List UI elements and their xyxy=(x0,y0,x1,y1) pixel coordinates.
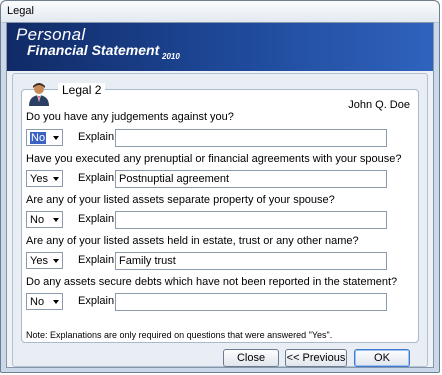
banner-year: 2010 xyxy=(162,52,180,61)
client-name: John Q. Doe xyxy=(348,99,410,111)
chevron-down-icon xyxy=(53,300,59,304)
question-3-explain-field[interactable] xyxy=(115,211,387,229)
window-title: Legal xyxy=(7,5,34,17)
question-1-answer-select[interactable]: No xyxy=(26,129,63,146)
question-2-text: Have you executed any prenuptial or fina… xyxy=(26,153,402,165)
legal-window: Legal Personal Financial Statement 2010 … xyxy=(0,0,440,373)
window-client-area: Personal Financial Statement 2010 Legal … xyxy=(6,22,434,368)
question-4-answer-value: Yes xyxy=(30,255,48,267)
chevron-down-icon xyxy=(53,259,59,263)
question-2-answer-value: Yes xyxy=(30,173,48,185)
question-5-explain-field[interactable] xyxy=(115,293,387,311)
question-4-explain-field[interactable]: Family trust xyxy=(115,252,387,270)
content-panel: Legal 2 John Q. Doe Do you have any judg… xyxy=(12,73,428,367)
chevron-down-icon xyxy=(53,218,59,222)
explanation-note: Note: Explanations are only required on … xyxy=(26,330,333,340)
person-icon xyxy=(29,83,49,106)
question-5-answer-select[interactable]: No xyxy=(26,293,63,310)
question-4-explain-label: Explain: xyxy=(78,254,118,266)
banner-line-2: Financial Statement xyxy=(27,42,160,58)
ok-button[interactable]: OK xyxy=(354,349,410,367)
title-bar[interactable]: Legal xyxy=(1,1,439,23)
previous-button[interactable]: << Previous xyxy=(285,349,347,367)
question-3-answer-value: No xyxy=(30,214,45,226)
question-3-text: Are any of your listed assets separate p… xyxy=(26,194,335,206)
question-5-text: Do any assets secure debts which have no… xyxy=(26,276,398,288)
close-button[interactable]: Close xyxy=(223,349,279,367)
header-banner: Personal Financial Statement 2010 xyxy=(7,23,433,71)
question-4-text: Are any of your listed assets held in es… xyxy=(26,235,359,247)
question-1-explain-label: Explain: xyxy=(78,131,118,143)
chevron-down-icon xyxy=(53,136,59,140)
section-title: Legal 2 xyxy=(58,83,106,97)
question-2-explain-label: Explain: xyxy=(78,172,118,184)
legal-2-group: Legal 2 John Q. Doe Do you have any judg… xyxy=(21,83,419,343)
question-3-answer-select[interactable]: No xyxy=(26,211,63,228)
question-1-explain-field[interactable] xyxy=(115,129,387,147)
question-4-answer-select[interactable]: Yes xyxy=(26,252,63,269)
question-2-explain-field[interactable]: Postnuptial agreement xyxy=(115,170,387,188)
question-1-answer-value: No xyxy=(30,132,47,144)
question-5-answer-value: No xyxy=(30,296,45,308)
chevron-down-icon xyxy=(53,177,59,181)
question-3-explain-label: Explain: xyxy=(78,213,118,225)
question-1-text: Do you have any judgements against you? xyxy=(26,111,234,123)
question-5-explain-label: Explain: xyxy=(78,295,118,307)
question-2-answer-select[interactable]: Yes xyxy=(26,170,63,187)
